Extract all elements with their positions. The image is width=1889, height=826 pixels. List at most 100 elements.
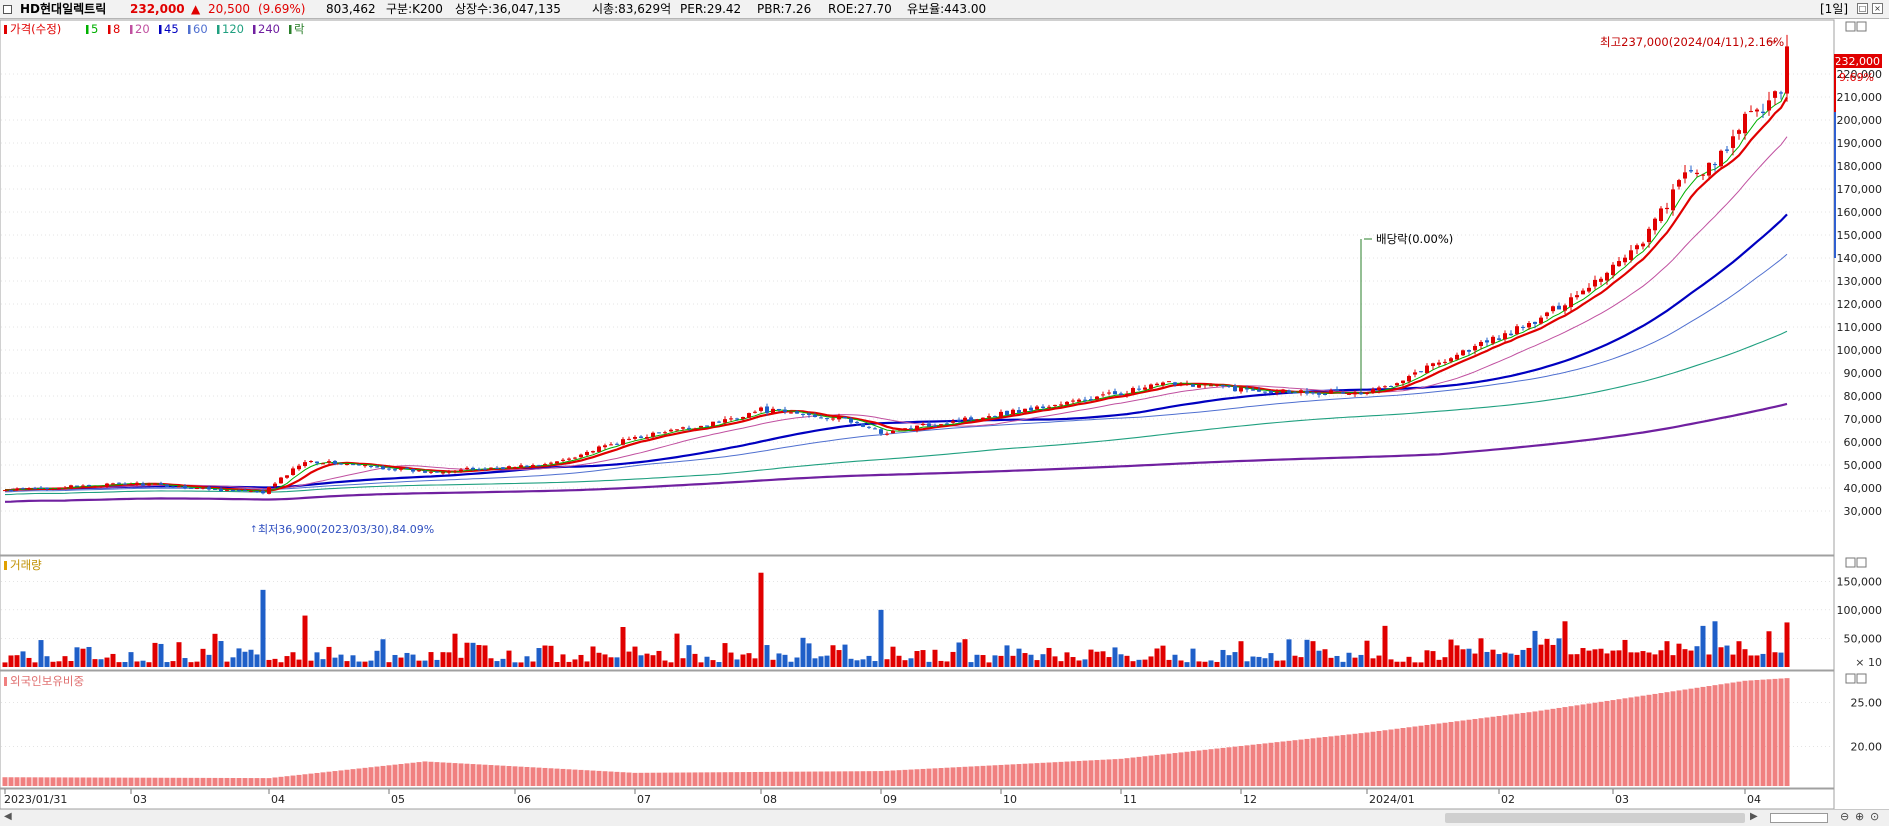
zoom-out-icon[interactable]: ⊖ [1840,810,1849,823]
volume-bar [578,654,584,667]
candle-body [81,485,85,487]
volume-bar [638,655,644,667]
close-icon[interactable]: × [1872,3,1883,14]
legend-ma-label[interactable]: 20 [135,22,150,36]
volume-bar [1130,661,1136,667]
legend-ma-label[interactable]: 120 [222,22,244,36]
maximize-icon[interactable]: □ [1857,3,1868,14]
candle-body [1785,46,1789,94]
foreign-bar [1082,760,1088,786]
foreign-bar [1742,680,1748,786]
foreign-maximize-icon[interactable] [1845,673,1856,684]
volume-bar [182,658,188,667]
candle-body [381,466,385,470]
candle-body [1125,393,1129,396]
candle-body [417,470,421,472]
scroll-left-icon[interactable]: ◀ [4,811,12,822]
price-close-icon[interactable] [1856,21,1867,32]
volume-bar [1586,650,1592,667]
volume-bar [1262,658,1268,667]
foreign-bar [1712,685,1718,786]
foreign-bar [1532,711,1538,786]
zoom-slider[interactable] [1770,813,1828,823]
zoom-reset-icon[interactable]: ⊙ [1870,810,1879,823]
legend-ma-label[interactable]: 60 [193,22,208,36]
foreign-bar [290,775,296,786]
candle-body [849,418,853,423]
volume-maximize-icon[interactable] [1845,557,1856,568]
period-selector[interactable]: [1일] [1820,2,1848,16]
scroll-thumb[interactable] [1445,813,1745,823]
legend-ma-label[interactable]: 240 [258,22,280,36]
foreign-bar [890,770,896,786]
legend-ma-label[interactable]: 5 [91,22,98,36]
price-tick-label: 40,000 [1844,482,1883,495]
stock-name[interactable]: HD현대일렉트릭 [20,2,106,16]
volume-bar [200,648,206,667]
candle-body [843,416,847,419]
legend-ma-label[interactable]: 8 [113,22,120,36]
volume-bar [1622,639,1628,667]
volume-bar [1124,655,1130,667]
candle-body [1077,399,1081,402]
scroll-bar[interactable]: ◀ ▶ ⊖ ⊕ ⊙ [0,809,1889,826]
foreign-bar [1190,751,1196,786]
foreign-bar [974,766,980,786]
volume-bar [1766,631,1772,667]
foreign-bar [1520,712,1526,786]
foreign-bar [1442,722,1448,786]
volume-bar [1172,654,1178,667]
volume-bar [32,662,38,667]
candle-body [1527,322,1531,328]
candle-body [291,468,295,475]
candle-body [987,416,991,418]
stock-chart[interactable]: 30,000 40,000 50,000 60,000 70,000 80,000 90,0… [0,19,1889,809]
zoom-in-icon[interactable]: ⊕ [1855,810,1864,823]
volume-bar [782,654,788,667]
volume-bar [536,648,542,667]
candle-body [1311,392,1315,394]
volume-bar [1442,657,1448,667]
foreign-bar [1346,734,1352,786]
foreign-bar [1076,760,1082,786]
legend-ma-swatch [217,25,220,34]
foreign-bar [986,765,992,786]
volume-bar [896,655,902,667]
volume-bar [1496,654,1502,667]
volume-axis: 50,000 100,000 150,000 [1837,575,1883,645]
volume-bar [164,662,170,667]
volume-bar [812,658,818,667]
legend-ex-label[interactable]: 락 [294,22,305,36]
candle-body [1197,384,1201,388]
candle-body [957,420,961,422]
volume-bar [1400,661,1406,667]
volume-bar [1406,656,1412,667]
foreign-bar [848,771,854,786]
price-maximize-icon[interactable] [1845,21,1856,32]
legend-ma-label[interactable]: 45 [164,22,179,36]
candle-body [1641,243,1645,247]
candle-body [837,415,841,420]
legend-price-label[interactable]: 가격(수정) [10,22,61,36]
volume-close-icon[interactable] [1856,557,1867,568]
candle-body [1179,383,1183,386]
foreign-close-icon[interactable] [1856,673,1867,684]
candle-body [1113,391,1117,395]
window-checkbox[interactable] [3,5,12,14]
volume-bar [686,645,692,667]
volume-bar [1256,656,1262,667]
volume-bar [572,659,578,667]
candle-body [1779,92,1783,94]
volume-bar [1652,654,1658,667]
volume-bar [1190,648,1196,667]
volume-bar [1760,653,1766,667]
candle-body [1407,376,1411,382]
volume-bar [1274,660,1280,667]
volume-bar [38,640,44,667]
foreign-bar [116,777,122,786]
scroll-right-icon[interactable]: ▶ [1750,811,1758,822]
volume-bar [1364,640,1370,667]
candle-body [927,423,931,427]
candle-body [807,413,811,415]
volume-bar [848,658,854,667]
